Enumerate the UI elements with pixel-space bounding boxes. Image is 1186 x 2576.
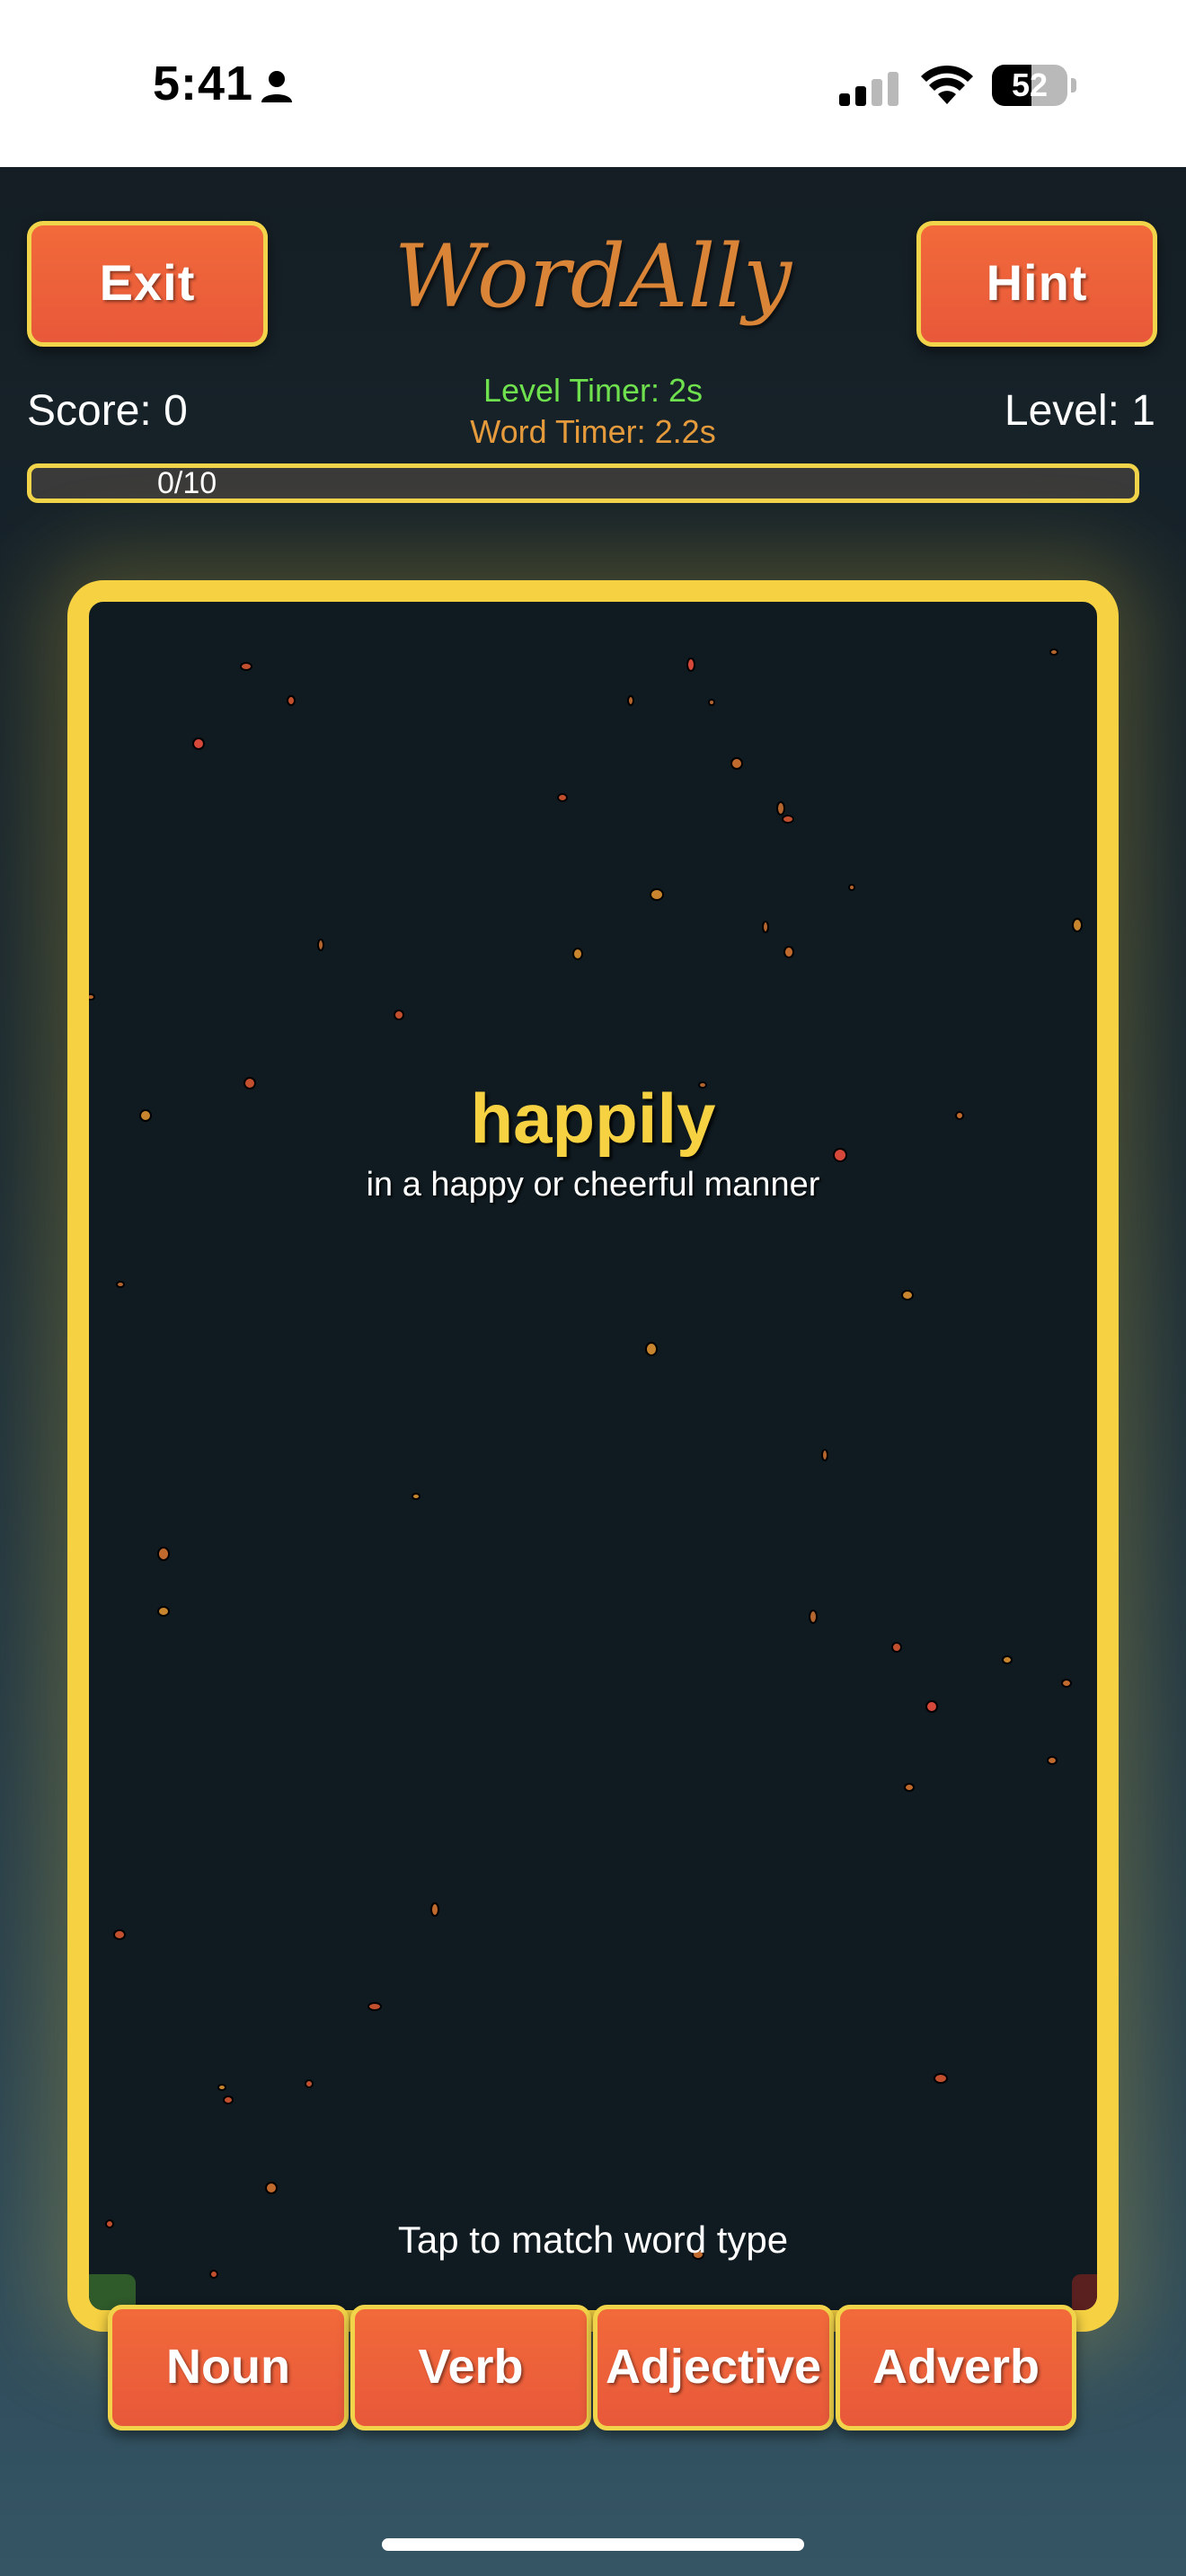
background-particles (89, 648, 1083, 2279)
level-display: Level: 1 (1004, 387, 1155, 435)
signal-icon (839, 72, 898, 106)
game-board[interactable]: happily in a happy or cheerful manner Ta… (67, 580, 1119, 2332)
word-definition: in a happy or cheerful manner (366, 1166, 820, 1204)
wrong-zone-indicator (1072, 2274, 1097, 2310)
score-display: Score: 0 (27, 387, 188, 435)
battery-percent: 52 (1011, 66, 1049, 103)
noun-button[interactable]: Noun (108, 2305, 349, 2430)
adverb-button[interactable]: Adverb (836, 2305, 1076, 2430)
status-bar: 5:41 52 (0, 0, 1186, 167)
progress-bar: 0/10 (27, 463, 1139, 503)
verb-button[interactable]: Verb (350, 2305, 591, 2430)
exit-button[interactable]: Exit (27, 221, 268, 347)
progress-text: 0/10 (157, 466, 217, 500)
word-timer: Word Timer: 2.2s (470, 413, 716, 450)
app-title: WordAlly (394, 226, 792, 327)
status-time: 5:41 (153, 57, 254, 110)
person-icon (261, 71, 292, 102)
hint-button[interactable]: Hint (916, 221, 1157, 347)
instruction-text: Tap to match word type (397, 2219, 789, 2261)
home-indicator[interactable] (382, 2538, 804, 2551)
battery-indicator: 52 (992, 65, 1076, 106)
adjective-button[interactable]: Adjective (593, 2305, 834, 2430)
current-word: happily (470, 1079, 716, 1158)
wifi-icon (921, 65, 973, 104)
game-screen: Exit WordAlly Hint Score: 0 Level Timer:… (0, 167, 1186, 2576)
level-timer: Level Timer: 2s (482, 372, 704, 409)
